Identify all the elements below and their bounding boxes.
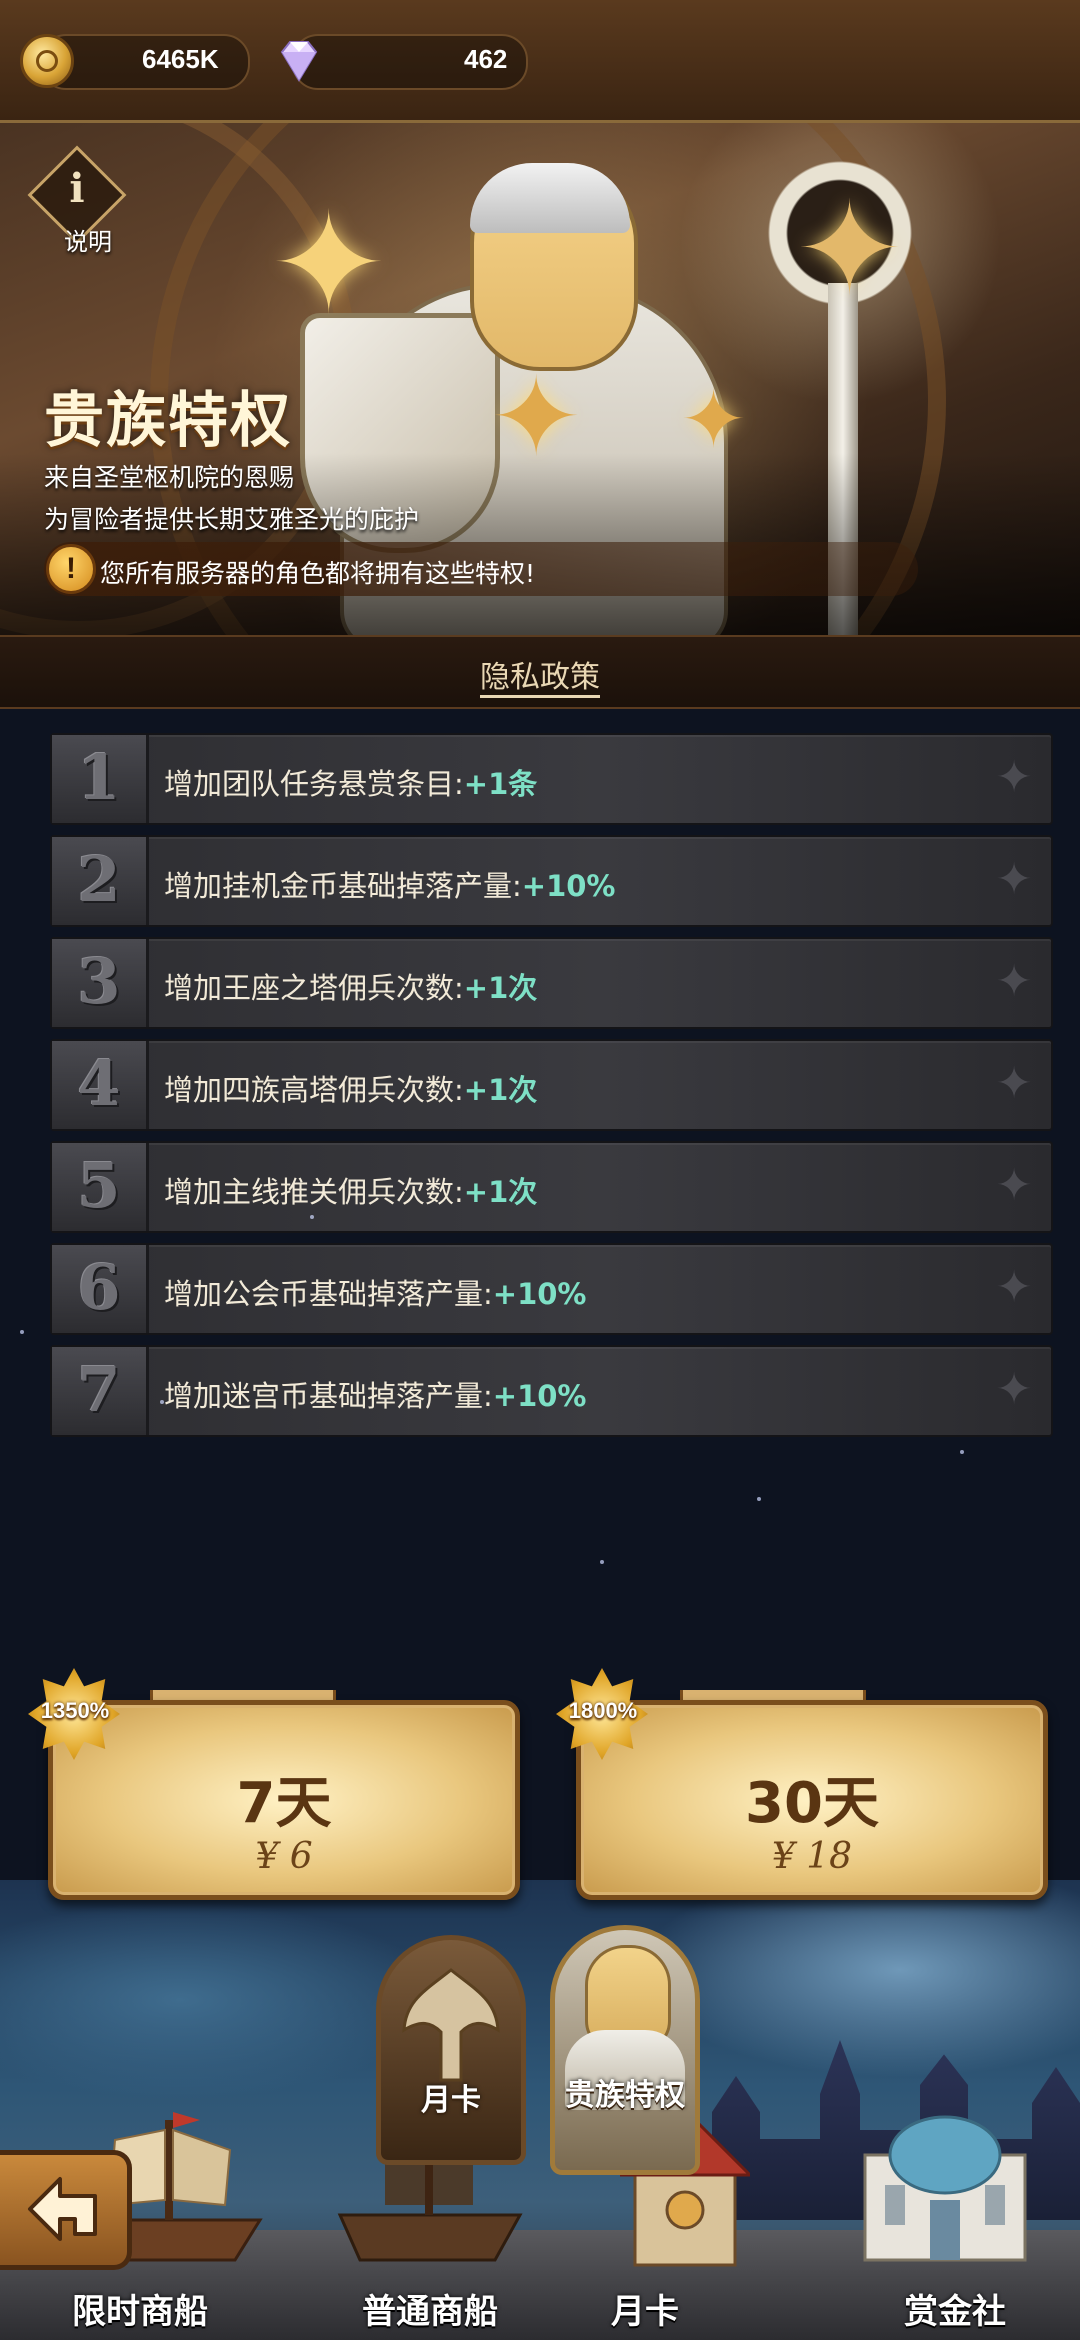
card-7-days-duration: 7天 — [236, 1771, 332, 1836]
privilege-text: 增加主线推关佣兵次数:+1次 — [164, 1169, 537, 1211]
privilege-number-box: 3 — [52, 939, 149, 1027]
sky-star — [310, 1215, 314, 1219]
privilege-number: 2 — [77, 843, 121, 916]
privilege-text: 增加四族高塔佣兵次数:+1次 — [164, 1067, 537, 1109]
privilege-number: 4 — [77, 1047, 121, 1120]
privilege-number-box: 1 — [52, 735, 149, 823]
privilege-text: 增加公会币基础掉落产量:+10% — [164, 1271, 587, 1313]
privilege-bonus: +10% — [492, 1379, 587, 1413]
card-30-days-duration: 30天 — [745, 1771, 879, 1836]
privilege-bonus: +1次 — [463, 1073, 538, 1107]
monthly-card-tab-label: 月卡 — [421, 2083, 481, 2118]
card-30-days-price: ¥ 18 — [771, 1836, 853, 1877]
sky-star — [960, 1450, 964, 1454]
nav-bounty[interactable]: 赏金社 — [880, 2284, 1030, 2333]
nav-monthly-card[interactable]: 月卡 — [585, 2284, 705, 2333]
ornament-icon: ✦ — [995, 1262, 1033, 1313]
privilege-label: 增加公会币基础掉落产量: — [164, 1277, 493, 1311]
privilege-number: 3 — [77, 945, 121, 1018]
ornament-icon: ✦ — [995, 1160, 1033, 1211]
ornament-icon: ✦ — [995, 1058, 1033, 1109]
info-icon: i — [69, 165, 85, 212]
hero-subtitle-1: 来自圣堂枢机院的恩赐 — [44, 463, 295, 492]
sky-star — [600, 1560, 604, 1564]
privilege-number-box: 7 — [52, 1347, 149, 1435]
privilege-label: 增加四族高塔佣兵次数: — [164, 1073, 464, 1107]
privilege-number-box: 2 — [52, 837, 149, 925]
privilege-bonus: +1次 — [463, 971, 538, 1005]
privilege-number-box: 6 — [52, 1245, 149, 1333]
privilege-row: 5 增加主线推关佣兵次数:+1次 ✦ — [50, 1141, 1053, 1233]
privilege-number: 5 — [77, 1149, 121, 1222]
nav-limited-ship[interactable]: 限时商船 — [40, 2284, 240, 2333]
privilege-row: 2 增加挂机金币基础掉落产量:+10% ✦ — [50, 835, 1053, 927]
privilege-bonus: +1次 — [463, 1175, 538, 1209]
privilege-bonus: +1条 — [463, 767, 538, 801]
privilege-text: 增加迷宫币基础掉落产量:+10% — [164, 1373, 587, 1415]
privilege-row: 3 增加王座之塔佣兵次数:+1次 ✦ — [50, 937, 1053, 1029]
sky-star — [160, 1400, 164, 1404]
privilege-label: 增加主线推关佣兵次数: — [164, 1175, 464, 1209]
info-label: 说明 — [64, 228, 112, 256]
ornament-icon: ✦ — [995, 752, 1033, 803]
privilege-row: 4 增加四族高塔佣兵次数:+1次 ✦ — [50, 1039, 1053, 1131]
privilege-label: 增加迷宫币基础掉落产量: — [164, 1379, 493, 1413]
card-7-days-price: ¥ 6 — [255, 1836, 313, 1877]
privilege-row: 6 增加公会币基础掉落产量:+10% ✦ — [50, 1243, 1053, 1335]
privilege-text: 增加王座之塔佣兵次数:+1次 — [164, 965, 537, 1007]
nav-normal-ship[interactable]: 普通商船 — [330, 2284, 530, 2333]
privilege-number: 7 — [77, 1353, 121, 1426]
gold-coin-icon — [20, 34, 74, 88]
privilege-row: 1 增加团队任务悬赏条目:+1条 ✦ — [50, 733, 1053, 825]
privilege-bonus: +10% — [492, 1277, 587, 1311]
privacy-policy-link[interactable]: 隐私政策 — [0, 652, 1080, 696]
ornament-icon: ✦ — [995, 854, 1033, 905]
ornament-icon: ✦ — [995, 1364, 1033, 1415]
privilege-text: 增加挂机金币基础掉落产量:+10% — [164, 863, 616, 905]
privilege-number-box: 5 — [52, 1143, 149, 1231]
privilege-bonus: +10% — [521, 869, 616, 903]
back-arrow-icon — [28, 2177, 97, 2241]
warning-icon: ! — [46, 544, 96, 594]
diamond-icon — [280, 41, 318, 82]
privilege-number: 6 — [77, 1251, 121, 1324]
privilege-row: 7 增加迷宫币基础掉落产量:+10% ✦ — [50, 1345, 1053, 1437]
ornament-icon: ✦ — [995, 956, 1033, 1007]
privilege-number-box: 4 — [52, 1041, 149, 1129]
sky-star — [20, 1330, 24, 1334]
privilege-number: 1 — [77, 741, 121, 814]
card-7-days-badge: 1350% — [40, 1698, 110, 1723]
sparkle-icon: ✦ — [270, 183, 388, 346]
sky-star — [757, 1497, 761, 1501]
privilege-label: 增加王座之塔佣兵次数: — [164, 971, 464, 1005]
noble-privilege-tab-label: 贵族特权 — [565, 2078, 685, 2113]
privilege-label: 增加团队任务悬赏条目: — [164, 767, 464, 801]
gold-amount: 6465K — [142, 44, 219, 74]
bounty-hall-icon[interactable] — [845, 2085, 1045, 2265]
notice-text: 您所有服务器的角色都将拥有这些特权! — [100, 559, 536, 588]
privilege-label: 增加挂机金币基础掉落产量: — [164, 869, 522, 903]
page-title: 贵族特权 — [44, 386, 292, 456]
diamond-amount: 462 — [464, 44, 508, 74]
privilege-text: 增加团队任务悬赏条目:+1条 — [164, 761, 537, 803]
compass-star-icon: ✦ — [795, 173, 904, 325]
hero-subtitle-2: 为冒险者提供长期艾雅圣光的庇护 — [44, 505, 420, 534]
card-30-days-badge: 1800% — [568, 1698, 638, 1723]
